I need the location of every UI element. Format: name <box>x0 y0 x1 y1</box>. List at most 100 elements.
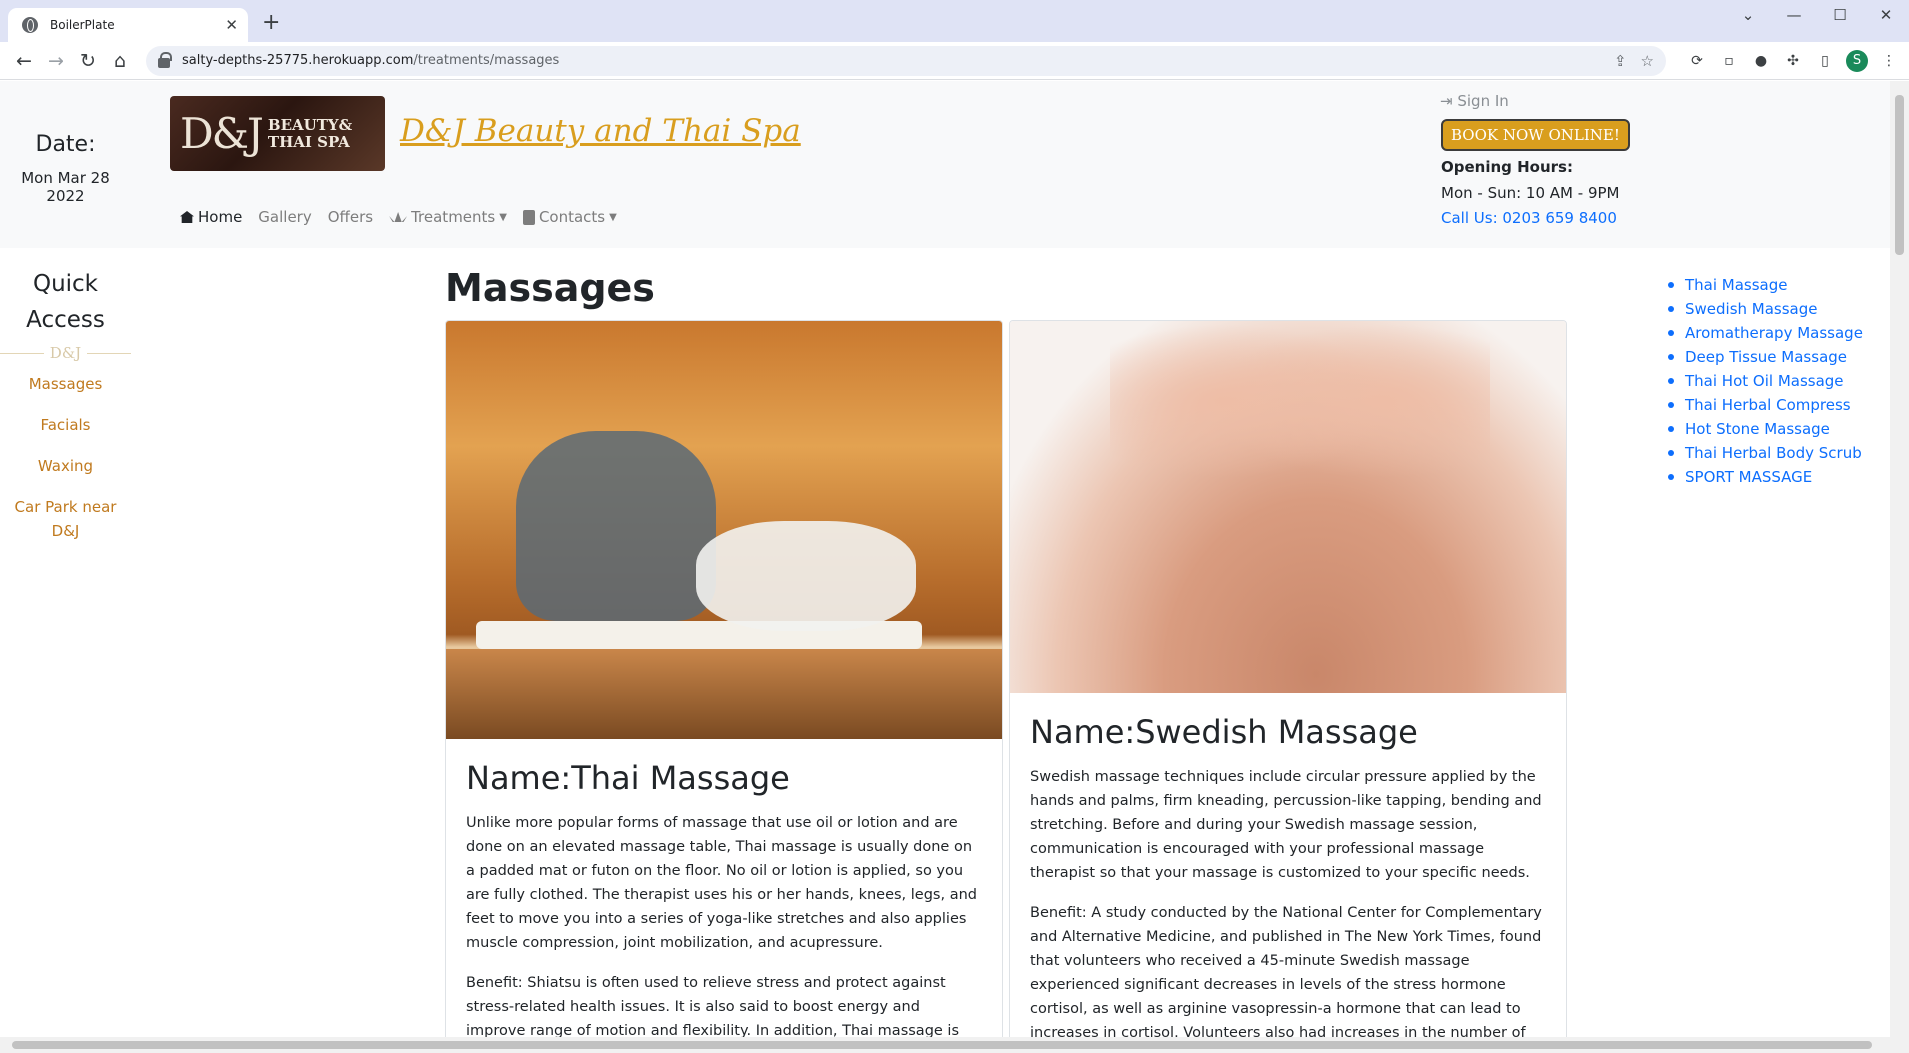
quick-access-divider: D&J <box>0 344 131 362</box>
logo-word-beauty: BEAUTY& <box>267 115 353 134</box>
sync-extension-icon[interactable]: ⟳ <box>1686 50 1708 72</box>
toc-link-hot-stone-massage[interactable]: Hot Stone Massage <box>1668 417 1863 441</box>
therapist-figure <box>516 431 716 621</box>
address-bar[interactable]: salty-depths-25775.herokuapp.com/treatme… <box>146 45 1666 76</box>
browser-tab[interactable]: BoilerPlate ✕ <box>8 8 248 42</box>
toc-link-sport-massage[interactable]: SPORT MASSAGE <box>1668 465 1863 489</box>
logo-monogram: D&J <box>180 109 264 158</box>
nav-home[interactable]: Home <box>180 208 242 226</box>
nav-treatments-dropdown[interactable]: Treatments ▼ <box>389 208 507 226</box>
lock-icon[interactable] <box>158 51 172 68</box>
quick-access-title: Quick Access <box>0 266 131 338</box>
close-window-button[interactable]: ✕ <box>1863 0 1909 30</box>
quick-link-facials[interactable]: Facials <box>0 413 131 437</box>
profile-avatar[interactable]: S <box>1846 49 1868 72</box>
date-box: Date: Mon Mar 28 2022 <box>0 132 131 205</box>
opening-hours-value: Mon - Sun: 10 AM - 9PM <box>1441 184 1620 202</box>
book-now-button[interactable]: BOOK NOW ONLINE! <box>1441 119 1630 151</box>
sign-in-icon: ⇥ <box>1440 92 1453 110</box>
date-value: Mon Mar 28 2022 <box>21 169 110 205</box>
tab-title: BoilerPlate <box>50 18 115 32</box>
nav-contacts-dropdown[interactable]: Contacts ▼ <box>522 208 617 226</box>
nav-home-label: Home <box>198 208 243 226</box>
horizontal-scroll-thumb[interactable] <box>12 1041 1872 1049</box>
card-benefit: Benefit: A study conducted by the Nation… <box>1030 905 1542 1037</box>
date-label: Date: <box>35 132 96 157</box>
floor-shape <box>446 649 1002 739</box>
toc-link-aromatherapy-massage[interactable]: Aromatherapy Massage <box>1668 321 1863 345</box>
color-extension-icon[interactable]: ● <box>1750 50 1772 72</box>
thai-massage-image <box>446 321 1002 739</box>
quick-access-sidebar: Quick Access D&J Massages Facials Waxing… <box>0 266 131 560</box>
home-icon <box>180 211 194 223</box>
back-button[interactable]: ← <box>8 46 40 76</box>
site-title-link[interactable]: D&J Beauty and Thai Spa <box>400 113 801 149</box>
contact-book-icon <box>522 209 535 225</box>
tab-search-icon[interactable]: ⌄ <box>1725 0 1771 30</box>
card-benefit: Benefit: Shiatsu is often used to reliev… <box>466 975 960 1037</box>
quick-link-car-park[interactable]: Car Park near D&J <box>0 495 131 543</box>
treatment-card-swedish: Name:Swedish Massage Swedish massage tec… <box>1009 320 1567 1037</box>
maximize-button[interactable]: ☐ <box>1817 0 1863 30</box>
menu-kebab-icon[interactable]: ⋮ <box>1878 50 1900 72</box>
toc-link-thai-herbal-body-scrub[interactable]: Thai Herbal Body Scrub <box>1668 441 1863 465</box>
logo-wordmark: BEAUTY& THAI SPA <box>267 115 353 151</box>
toc-link-thai-massage[interactable]: Thai Massage <box>1668 273 1863 297</box>
card-body: Name:Swedish Massage Swedish massage tec… <box>1010 693 1566 1037</box>
globe-icon <box>22 17 38 33</box>
browser-toolbar: ← → ↻ ⌂ salty-depths-25775.herokuapp.com… <box>0 42 1909 80</box>
extensions-puzzle-icon[interactable]: ✣ <box>1782 50 1804 72</box>
toc-link-thai-herbal-compress[interactable]: Thai Herbal Compress <box>1668 393 1863 417</box>
massage-types-list: Thai Massage Swedish Massage Aromatherap… <box>1668 273 1863 489</box>
client-figure <box>696 521 916 631</box>
site-header: Date: Mon Mar 28 2022 D&J BEAUTY& THAI S… <box>0 81 1890 248</box>
sign-in-label: Sign In <box>1457 92 1509 110</box>
vertical-scroll-thumb[interactable] <box>1895 95 1904 255</box>
quick-link-waxing[interactable]: Waxing <box>0 454 131 478</box>
swedish-massage-image <box>1010 321 1566 693</box>
card-title: Name:Swedish Massage <box>1030 713 1418 751</box>
browser-tab-strip: BoilerPlate ✕ + ⌄ — ☐ ✕ <box>0 0 1909 42</box>
logo-word-thai-spa: THAI SPA <box>267 132 350 151</box>
quick-access-title-line1: Quick <box>32 271 99 297</box>
caret-down-icon: ▼ <box>609 211 617 223</box>
share-icon[interactable]: ⇪ <box>1614 52 1627 70</box>
close-tab-icon[interactable]: ✕ <box>225 16 238 34</box>
nav-offers[interactable]: Offers <box>328 208 373 226</box>
nav-gallery[interactable]: Gallery <box>258 208 311 226</box>
url-path: /treatments/massages <box>413 53 560 68</box>
bookmark-star-icon[interactable]: ☆ <box>1641 52 1654 70</box>
divider-label: D&J <box>49 344 82 362</box>
extensions-area: ⟳ ▫ ● ✣ ▯ S ⋮ <box>1686 49 1900 72</box>
opening-hours-title: Opening Hours: <box>1441 158 1573 176</box>
card-description: Swedish massage techniques include circu… <box>1030 769 1542 881</box>
main-navigation: Home Gallery Offers Treatments ▼ Contacts… <box>180 208 617 226</box>
forward-button[interactable]: → <box>40 46 72 76</box>
nav-contacts-label: Contacts <box>538 208 606 226</box>
lotus-icon <box>389 212 408 222</box>
call-us-link[interactable]: Call Us: 0203 659 8400 <box>1441 209 1617 227</box>
home-button[interactable]: ⌂ <box>104 46 136 76</box>
card-description: Unlike more popular forms of massage tha… <box>466 815 977 951</box>
toc-link-thai-hot-oil-massage[interactable]: Thai Hot Oil Massage <box>1668 369 1863 393</box>
window-controls: ⌄ — ☐ ✕ <box>1725 0 1909 30</box>
side-panel-icon[interactable]: ▯ <box>1814 50 1836 72</box>
nav-treatments-label: Treatments <box>411 208 496 226</box>
vertical-scrollbar[interactable] <box>1890 81 1909 1037</box>
toc-link-swedish-massage[interactable]: Swedish Massage <box>1668 297 1863 321</box>
quick-access-title-line2: Access <box>26 307 105 333</box>
card-body: Name:Thai Massage Unlike more popular fo… <box>446 739 1002 1037</box>
treatment-cards: Name:Thai Massage Unlike more popular fo… <box>445 320 1567 1037</box>
sign-in-link[interactable]: ⇥ Sign In <box>1440 92 1509 110</box>
quick-link-massages[interactable]: Massages <box>0 372 131 396</box>
reload-button[interactable]: ↻ <box>72 46 104 76</box>
page-heading: Massages <box>445 266 655 310</box>
card-title: Name:Thai Massage <box>466 759 790 797</box>
url-host: salty-depths-25775.herokuapp.com <box>182 53 414 68</box>
b-extension-icon[interactable]: ▫ <box>1718 50 1740 72</box>
new-tab-button[interactable]: + <box>262 10 280 35</box>
minimize-button[interactable]: — <box>1771 0 1817 30</box>
toc-link-deep-tissue-massage[interactable]: Deep Tissue Massage <box>1668 345 1863 369</box>
site-logo[interactable]: D&J BEAUTY& THAI SPA <box>170 96 385 171</box>
horizontal-scrollbar[interactable] <box>0 1037 1909 1053</box>
